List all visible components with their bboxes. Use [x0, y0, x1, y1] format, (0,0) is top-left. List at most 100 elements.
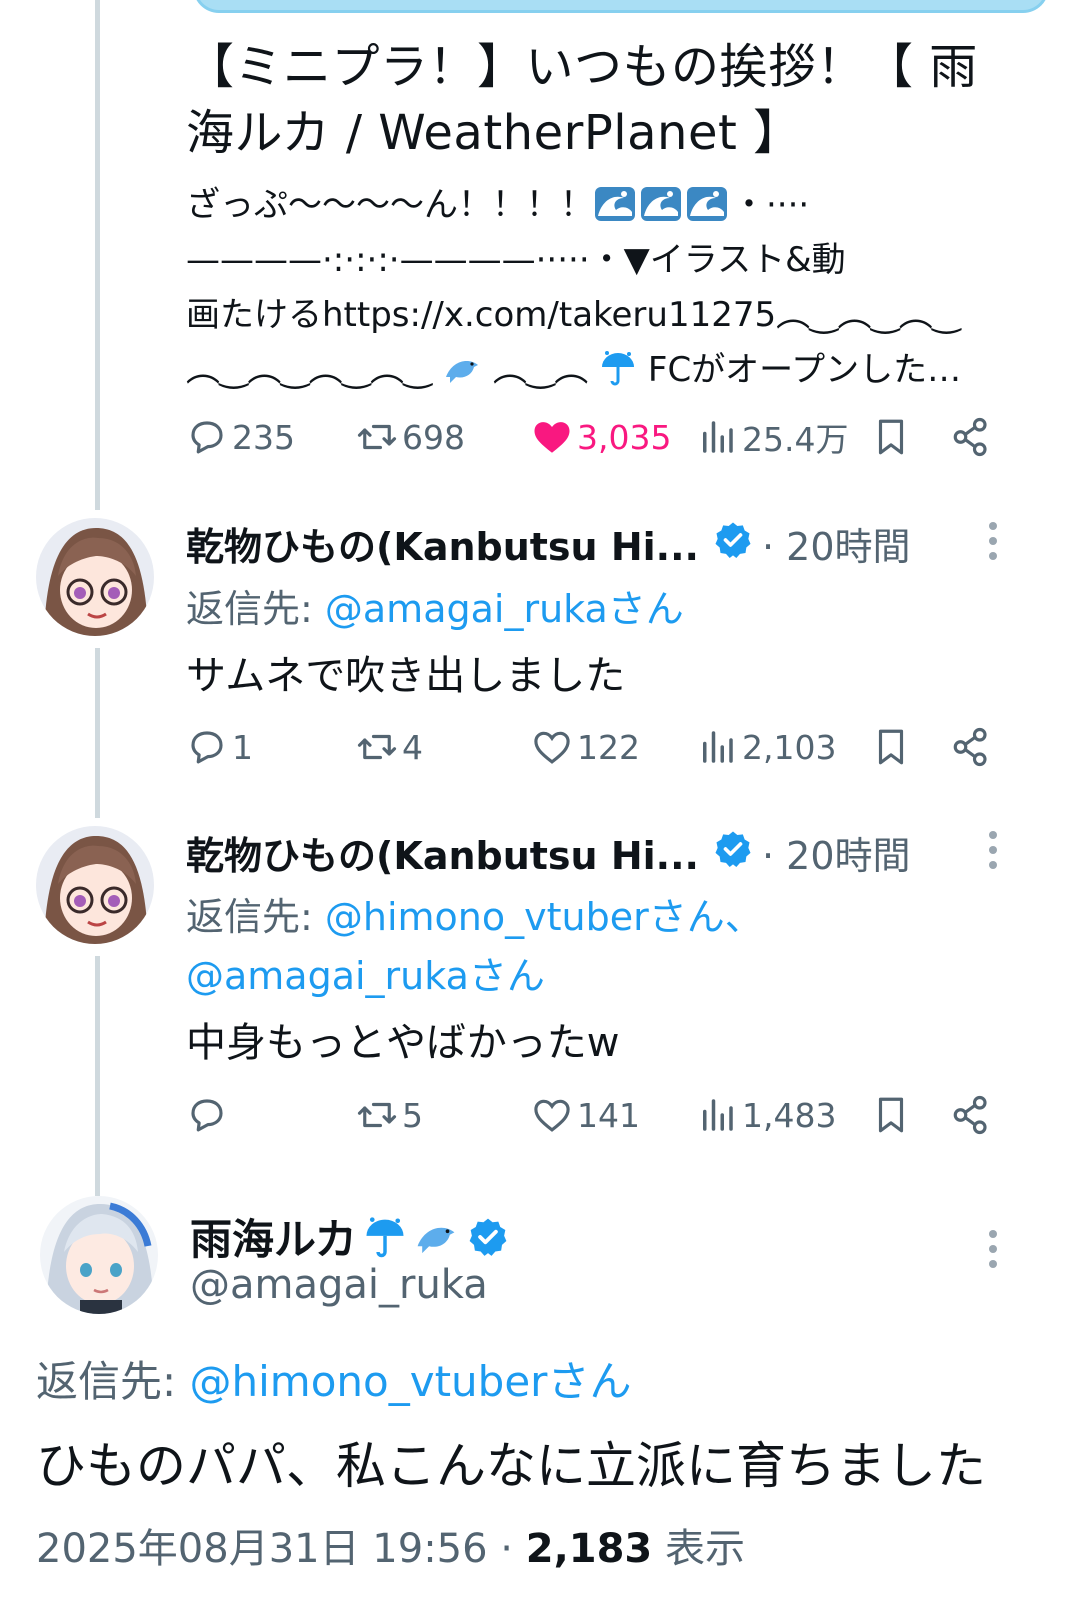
thread-line: [95, 648, 100, 818]
post-date[interactable]: 2025年08月31日 19:56 ·: [36, 1526, 526, 1572]
post-meta: 2025年08月31日 19:56 · 2,183 表示: [36, 1516, 745, 1574]
dolphin-icon: [446, 361, 479, 383]
reply-count: 1: [232, 727, 253, 767]
reply-to-handle[interactable]: @himono_vtuberさん: [190, 1357, 632, 1406]
water-wave-icon: [641, 187, 681, 221]
views-icon: [703, 731, 733, 763]
reply-button[interactable]: [186, 1090, 232, 1140]
thread-line: [95, 0, 100, 510]
main-post-text: ひものパパ、私こんなに立派に育ちました: [36, 1437, 986, 1495]
repost-button[interactable]: 698: [356, 412, 465, 462]
share-button[interactable]: [950, 722, 996, 772]
verified-badge-icon: [469, 1218, 507, 1256]
like-button[interactable]: 3,035: [531, 412, 671, 462]
more-options-icon[interactable]: [985, 1228, 1001, 1270]
quoted-body-line: 画たけるhttps://x.com/takeru11275︵‿︵‿︵‿: [186, 295, 961, 335]
views-button[interactable]: 1,483: [696, 1090, 836, 1140]
bookmark-button[interactable]: [870, 412, 916, 462]
link-preview-card[interactable]: [193, 0, 1049, 13]
reply-to: 返信先: @himono_vtuberさん: [36, 1348, 631, 1409]
quoted-body-line: ざっぷ〜〜〜〜ん！！！！ ・····: [186, 178, 1046, 233]
quoted-body-text: ︵‿︵‿︵‿︵‿: [186, 350, 432, 390]
heart-filled-icon: [534, 422, 570, 453]
reply2-actions: 5 141 1,483: [186, 1090, 1046, 1140]
reply-to-handle[interactable]: @amagai_rukaさん: [325, 587, 684, 631]
author-name[interactable]: 乾物ひもの(Kanbutsu Hi...: [186, 825, 699, 880]
views-button[interactable]: 25.4万: [696, 412, 848, 462]
quoted-body-text: ・····: [732, 185, 810, 225]
views-button[interactable]: 2,103: [696, 722, 836, 772]
like-count: 122: [577, 727, 640, 767]
author-name[interactable]: 乾物ひもの(Kanbutsu Hi...: [186, 516, 699, 571]
bookmark-icon: [878, 419, 904, 455]
main-author-name[interactable]: 雨海ルカ: [190, 1206, 357, 1267]
bookmark-icon: [878, 1097, 904, 1133]
views-icon: [703, 1099, 733, 1131]
post-text: サムネで吹き出しました: [186, 653, 626, 699]
verified-badge-icon: [715, 522, 751, 558]
main-author-handle[interactable]: @amagai_ruka: [190, 1262, 488, 1308]
dolphin-icon: [417, 1227, 455, 1253]
share-button[interactable]: [950, 1090, 996, 1140]
umbrella-icon: [366, 1216, 404, 1257]
view-label: 表示: [652, 1526, 745, 1572]
view-count: 2,183: [525, 1526, 653, 1572]
repost-button[interactable]: 5: [356, 1090, 423, 1140]
views-count: 2,103: [742, 727, 837, 767]
like-button[interactable]: 141: [531, 1090, 640, 1140]
quoted-post-body: ざっぷ〜〜〜〜ん！！！！ ・···· ————·:·:·:·————·····・▼…: [186, 178, 1046, 398]
quoted-body-text: FCがオープンした…: [647, 350, 962, 390]
views-icon: [703, 421, 733, 453]
reply-to-handle[interactable]: @amagai_rukaさん: [186, 945, 545, 1000]
repost-count: 5: [402, 1095, 423, 1135]
more-options-icon[interactable]: [985, 520, 1001, 562]
reply-to-label: 返信先:: [186, 895, 325, 939]
like-count: 3,035: [577, 417, 672, 457]
main-author: 雨海ルカ: [190, 1206, 509, 1267]
avatar-illustration: [36, 518, 154, 636]
repost-button[interactable]: 4: [356, 722, 423, 772]
quoted-title-line: 海ルカ / WeatherPlanet 】: [186, 105, 802, 161]
like-button[interactable]: 122: [531, 722, 640, 772]
repost-icon: [357, 424, 397, 450]
repost-icon: [357, 734, 397, 760]
quoted-body-text: ざっぷ〜〜〜〜ん！！！！: [186, 185, 594, 225]
quoted-post-title: 【ミニプラ！】いつもの挨拶！【 雨 海ルカ / WeatherPlanet 】: [186, 34, 1046, 166]
quoted-title-line: 【ミニプラ！】いつもの挨拶！【 雨: [186, 39, 978, 95]
post-text: 中身もっとやばかったw: [186, 1020, 620, 1066]
bookmark-icon: [878, 729, 904, 765]
avatar[interactable]: [36, 826, 154, 944]
reply-icon: [191, 1099, 223, 1132]
reply1-actions: 1 4 122 2,103: [186, 722, 1046, 772]
more-options-icon[interactable]: [985, 829, 1001, 871]
water-wave-icon: [687, 187, 727, 221]
umbrella-icon: [602, 351, 635, 386]
share-icon: [953, 727, 987, 767]
reply-button[interactable]: 235: [186, 412, 295, 462]
views-count: 25.4万: [742, 420, 849, 459]
reply-to: 返信先: @amagai_rukaさん: [186, 578, 684, 633]
views-count: 1,483: [742, 1095, 837, 1135]
bookmark-button[interactable]: [870, 722, 916, 772]
reply-button[interactable]: 1: [186, 722, 253, 772]
avatar-illustration: [40, 1196, 158, 1314]
reply-to-label: 返信先:: [36, 1357, 190, 1406]
share-button[interactable]: [950, 412, 996, 462]
heart-icon: [534, 731, 570, 764]
bookmark-button[interactable]: [870, 1090, 916, 1140]
post-time[interactable]: · 20時間: [762, 516, 911, 571]
reply-to-label: 返信先:: [186, 587, 325, 631]
avatar-illustration: [36, 826, 154, 944]
reply-icon: [191, 421, 223, 454]
quoted-post-actions: 235 698 3,035 25.4万: [186, 412, 1046, 462]
quoted-body-line: ————·:·:·:·————·····・▼イラスト&動: [186, 240, 846, 280]
water-wave-icon: [595, 187, 635, 221]
like-count: 141: [577, 1095, 640, 1135]
reply-to: 返信先: @himono_vtuberさん、: [186, 886, 763, 941]
post-time[interactable]: · 20時間: [762, 825, 911, 880]
reply-count: 235: [232, 417, 295, 457]
reply-to-handle[interactable]: @himono_vtuberさん、: [325, 895, 763, 939]
avatar[interactable]: [40, 1196, 158, 1314]
share-icon: [953, 1095, 987, 1135]
avatar[interactable]: [36, 518, 154, 636]
